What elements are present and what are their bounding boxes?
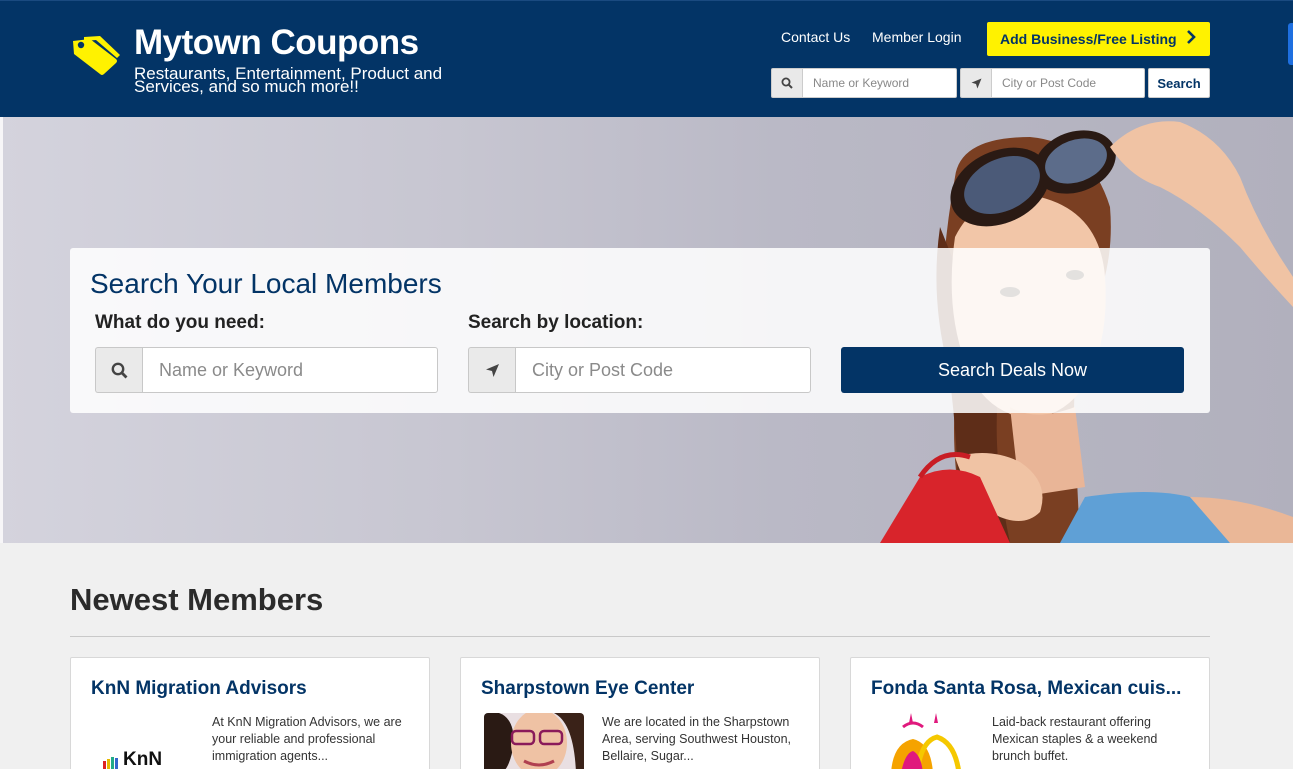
member-card-description: Laid-back restaurant offering Mexican st… (992, 715, 1158, 763)
member-card-title[interactable]: Sharpstown Eye Center (481, 678, 801, 700)
add-business-button[interactable]: Add Business/Free Listing (987, 22, 1210, 56)
tags-logo-icon[interactable] (70, 33, 122, 77)
location-input[interactable] (515, 347, 811, 393)
site-tagline: Restaurants, Entertainment, Product and … (134, 64, 443, 96)
member-login-link[interactable]: Member Login (872, 29, 962, 45)
location-search-group (468, 347, 811, 393)
panel-title: Search Your Local Members (90, 268, 442, 299)
member-card-description: At KnN Migration Advisors, we are your r… (212, 715, 402, 763)
member-card-title[interactable]: Fonda Santa Rosa, Mexican cuis... (871, 678, 1191, 700)
header-keyword-input[interactable] (802, 68, 957, 98)
search-icon (771, 68, 802, 98)
location-arrow-icon (960, 68, 991, 98)
search-icon (95, 347, 142, 393)
member-card-description: We are located in the Sharpstown Area, s… (602, 715, 791, 763)
member-search-panel: Search Your Local Members What do you ne… (70, 248, 1210, 413)
knn-logo-image[interactable]: KnN (93, 713, 196, 769)
member-card-title[interactable]: KnN Migration Advisors (91, 678, 411, 700)
newest-members-heading: Newest Members (70, 582, 324, 617)
add-business-label: Add Business/Free Listing (1000, 31, 1177, 47)
header-keyword-search (771, 68, 957, 98)
member-card[interactable]: KnN Migration Advisors KnN At KnN Migrat… (70, 657, 430, 769)
header-location-input[interactable] (991, 68, 1145, 98)
need-search-group (95, 347, 438, 393)
hero-banner: Search Your Local Members What do you ne… (0, 117, 1293, 543)
header-location-search (960, 68, 1145, 98)
contact-us-link[interactable]: Contact Us (781, 29, 850, 45)
search-deals-button[interactable]: Search Deals Now (841, 347, 1184, 393)
side-tab[interactable] (1288, 23, 1293, 65)
keyword-input[interactable] (142, 347, 438, 393)
member-card[interactable]: Sharpstown Eye Center We are located in … (460, 657, 820, 769)
eye-center-image[interactable] (484, 713, 584, 769)
header-search-button[interactable]: Search (1148, 68, 1210, 98)
location-label: Search by location: (468, 312, 644, 333)
knn-logo-text: KnN (123, 749, 163, 769)
location-arrow-icon (468, 347, 515, 393)
site-header: Mytown Coupons Restaurants, Entertainmen… (0, 0, 1293, 117)
hero-edge (0, 117, 3, 543)
member-card[interactable]: Fonda Santa Rosa, Mexican cuis... Laid-b… (850, 657, 1210, 769)
need-label: What do you need: (95, 312, 265, 333)
fonda-santa-rosa-logo[interactable] (873, 713, 976, 769)
section-divider (70, 636, 1210, 637)
chevron-right-icon (1186, 29, 1196, 50)
site-brand[interactable]: Mytown Coupons (134, 23, 419, 63)
